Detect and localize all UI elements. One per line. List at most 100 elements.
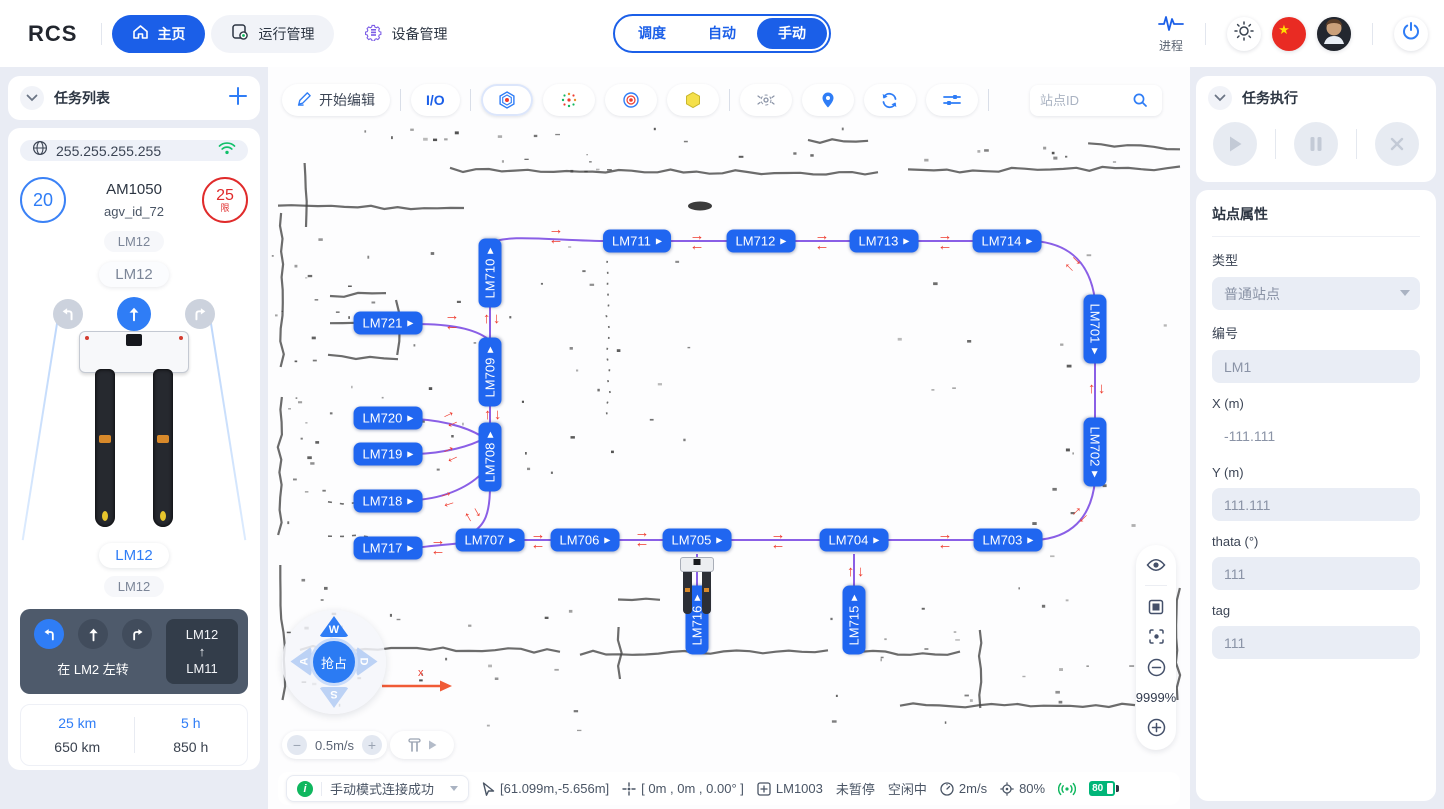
map-canvas[interactable]: →←→←→←→←→←→←→←→←→←→←→←→←→←→←→←→←→←→←→←→←… [268,67,1190,809]
divider [1372,23,1373,45]
nav-operations[interactable]: 运行管理 [211,15,334,53]
speed-decrease-button[interactable]: − [287,735,307,755]
add-task-button[interactable] [228,86,248,111]
layer-target-button[interactable] [605,84,657,116]
station-node-LM713[interactable]: LM713▶ [850,230,919,253]
field-input[interactable]: 111 [1212,557,1420,590]
layer-zone-button[interactable] [667,84,719,116]
station-node-LM710[interactable]: LM710▶ [479,239,502,308]
go-straight-button[interactable] [117,297,151,331]
nav-turn-right-icon[interactable] [122,619,152,649]
minimap-button[interactable] [1148,599,1164,615]
nav-home[interactable]: 主页 [112,15,205,53]
divider [1205,23,1206,45]
collapse-task-list-button[interactable] [20,86,44,110]
current-speed: 2m/s [940,781,987,796]
power-button[interactable] [1394,17,1428,51]
mode-auto[interactable]: 自动 [687,18,757,49]
user-avatar[interactable] [1317,17,1351,51]
station-label: LM702 [1088,427,1103,467]
lidar-button[interactable] [740,84,792,116]
language-flag-button[interactable]: ★ [1272,17,1306,51]
station-node-LM717[interactable]: LM717▶ [354,537,423,560]
field-input[interactable]: -111.111 [1212,419,1420,452]
filter-button[interactable] [926,84,978,116]
station-label: LM712 [736,234,776,249]
center-focus-button[interactable] [1148,628,1165,645]
field-input[interactable]: 111 [1212,626,1420,659]
station-node-LM706[interactable]: LM706▶ [551,529,620,552]
direction-triangle-icon: ▶ [1026,237,1032,246]
task-cancel-button[interactable] [1375,122,1419,166]
station-node-LM715[interactable]: LM715▶ [843,586,866,655]
station-search [1030,85,1162,116]
field-label: thata (°) [1212,534,1420,549]
nav-turn-left-icon[interactable] [34,619,64,649]
turn-left-button[interactable] [53,299,83,329]
io-button[interactable]: I/O [411,84,460,116]
start-edit-button[interactable]: 开始编辑 [282,84,390,116]
joystick-right-button[interactable]: D [357,647,378,677]
joystick-down-button[interactable]: S [319,687,349,708]
vehicle-ip-field[interactable]: 255.255.255.255 [20,140,248,161]
station-node-LM704[interactable]: LM704▶ [820,529,889,552]
refresh-button[interactable] [864,84,916,116]
agv-on-map[interactable] [680,557,714,617]
station-node-LM718[interactable]: LM718▶ [354,490,423,513]
direction-triangle-icon: ▶ [407,497,413,506]
zoom-out-button[interactable] [1147,658,1166,677]
nav-device[interactable]: 设备管理 [344,15,467,53]
fork-action-button[interactable] [390,731,454,759]
distance-stat: 25 km 650 km [21,715,134,755]
mode-manual[interactable]: 手动 [757,18,827,49]
visibility-button[interactable] [1146,558,1166,572]
station-node-LM703[interactable]: LM703▶ [974,529,1043,552]
mode-dispatch[interactable]: 调度 [617,18,687,49]
task-play-button[interactable] [1213,122,1257,166]
manual-speed-control: − 0.5m/s + [282,731,387,759]
field-label: X (m) [1212,396,1420,411]
nav-device-label: 设备管理 [391,24,447,44]
seize-control-button[interactable]: 抢占 [310,638,358,686]
sun-icon [1234,21,1254,46]
field-select[interactable]: 普通站点 [1212,277,1420,310]
station-node-LM714[interactable]: LM714▶ [973,230,1042,253]
process-button[interactable]: 进程 [1158,13,1184,54]
theme-toggle-button[interactable] [1227,17,1261,51]
zoom-in-button[interactable] [1147,718,1166,737]
station-node-LM702[interactable]: LM702▶ [1084,418,1107,487]
field-input[interactable]: 111.111 [1212,488,1420,521]
speed-increase-button[interactable]: + [362,735,382,755]
collapse-task-exec-button[interactable] [1208,86,1232,110]
station-node-LM701[interactable]: LM701▶ [1084,295,1107,364]
station-node-LM709[interactable]: LM709▶ [479,338,502,407]
search-icon[interactable] [1132,92,1148,108]
status-message-dropdown[interactable]: i 手动模式连接成功 [286,775,469,802]
station-node-LM707[interactable]: LM707▶ [456,529,525,552]
station-node-LM708[interactable]: LM708▶ [479,423,502,492]
task-pause-button[interactable] [1294,122,1338,166]
joystick-up-button[interactable]: W [319,616,349,637]
locate-button[interactable] [802,84,854,116]
station-label: LM721 [363,316,403,331]
zoom-level: 9999% [1136,690,1176,705]
layer-stations-button[interactable] [481,84,533,116]
turn-right-button[interactable] [185,299,215,329]
pause-state: 未暂停 [836,779,875,798]
station-label: LM708 [483,443,498,483]
station-node-LM711[interactable]: LM711▶ [603,230,671,253]
field-thata (°): thata (°) 111 [1212,534,1420,590]
joystick-left-button[interactable]: A [291,647,312,677]
station-node-LM712[interactable]: LM712▶ [727,230,796,253]
station-node-LM721[interactable]: LM721▶ [354,312,423,335]
layer-pointcloud-button[interactable] [543,84,595,116]
station-node-LM720[interactable]: LM720▶ [354,407,423,430]
station-node-LM705[interactable]: LM705▶ [663,529,732,552]
station-search-input[interactable] [1040,93,1126,108]
localization-quality: 80% [1000,781,1045,796]
field-input[interactable]: LM1 [1212,350,1420,383]
station-properties-card: 站点属性 类型普通站点编号LM1X (m)-111.111Y (m)111.11… [1196,190,1436,801]
station-node-LM719[interactable]: LM719▶ [354,443,423,466]
nav-straight-icon[interactable] [78,619,108,649]
station-label: LM701 [1088,304,1103,344]
